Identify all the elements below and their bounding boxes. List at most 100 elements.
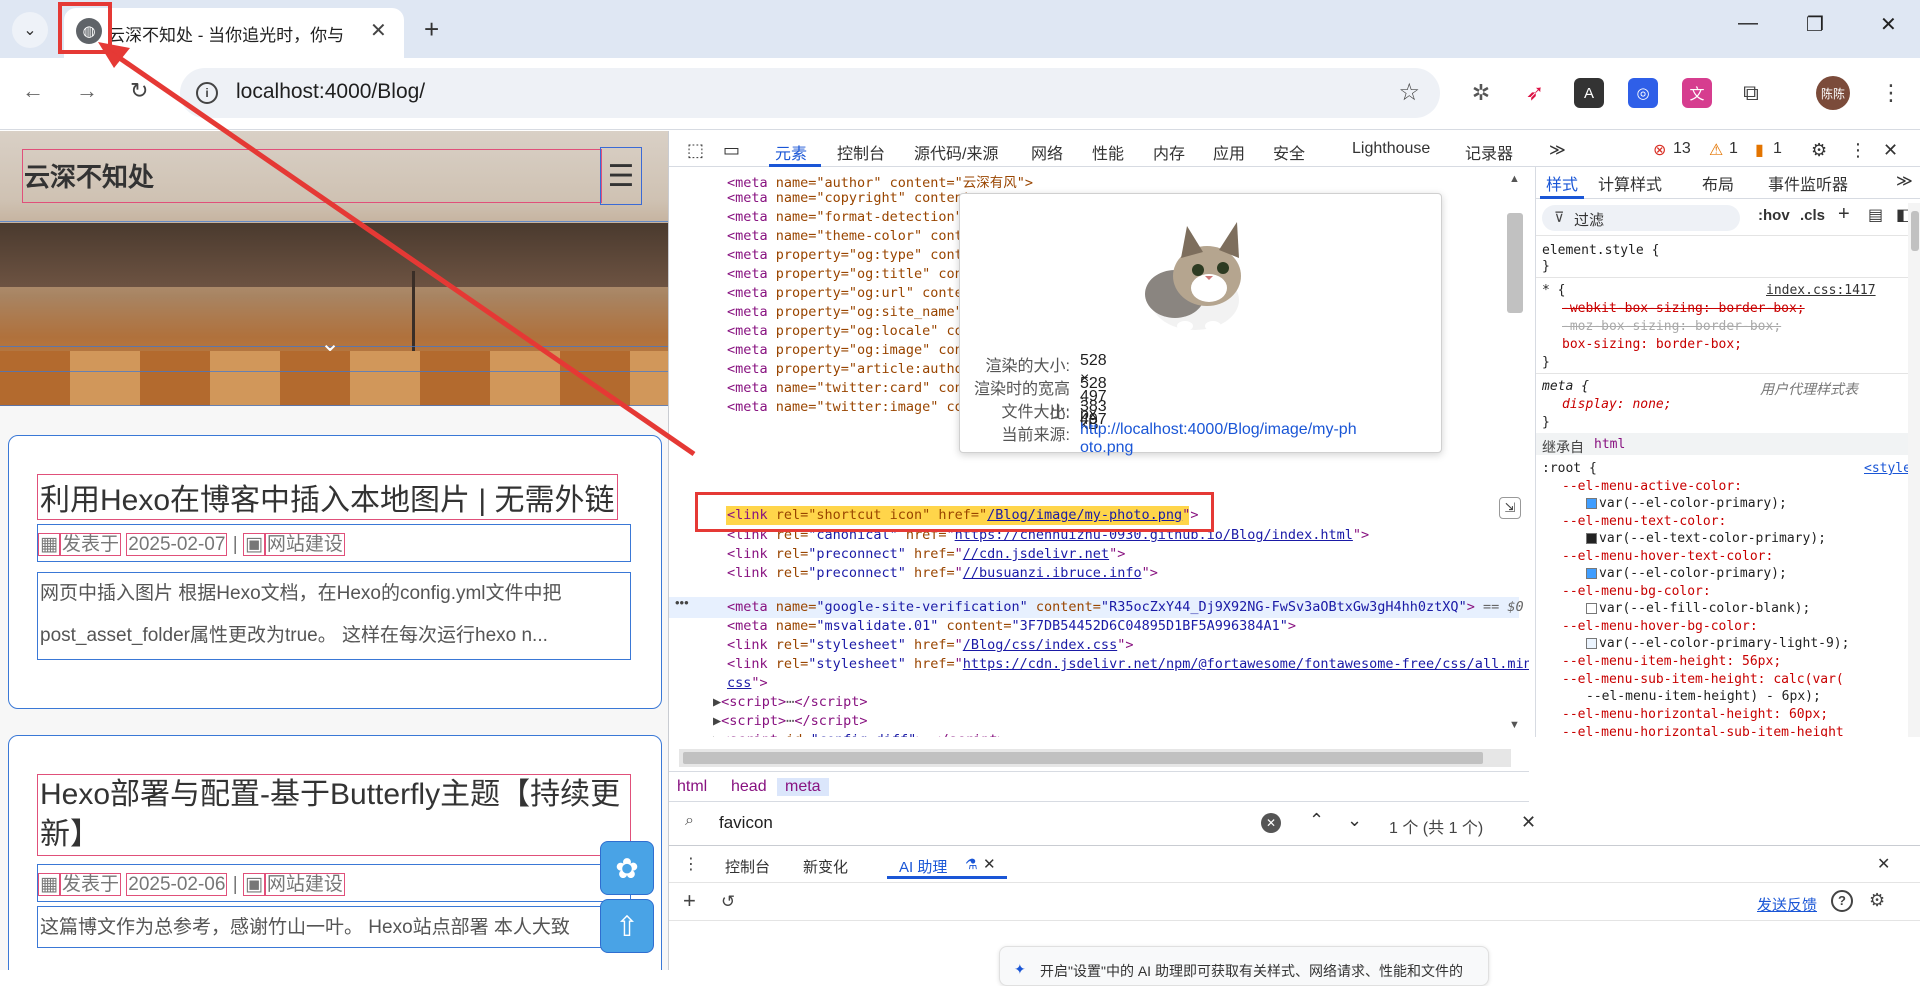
tab-styles[interactable]: 样式 xyxy=(1546,171,1578,195)
error-count[interactable]: 13 xyxy=(1673,140,1691,158)
chat-extension-icon[interactable]: ◎ xyxy=(1628,78,1658,108)
post-title[interactable]: Hexo部署与配置-基于Butterfly主题【持续更 新】 xyxy=(37,774,631,856)
next-match-icon[interactable]: ⌄ xyxy=(1347,810,1362,831)
css-variable[interactable]: --el-menu-horizontal-sub-item-height xyxy=(1562,725,1844,737)
settings-gear-icon[interactable]: ⚙ xyxy=(1811,140,1827,161)
search-input[interactable]: favicon xyxy=(719,813,773,833)
settings-float-icon[interactable]: ✿ xyxy=(600,841,654,895)
warning-icon[interactable]: ⚠ xyxy=(1709,140,1723,160)
css-value[interactable]: --el-menu-item-height) - 6px); xyxy=(1586,689,1821,704)
css-variable[interactable]: --el-menu-horizontal-height: 60px; xyxy=(1562,707,1828,722)
code-line[interactable]: <meta property="og:locale" con xyxy=(727,323,971,339)
cls-toggle[interactable]: .cls xyxy=(1800,207,1825,224)
style-rule-selector[interactable]: meta { xyxy=(1542,379,1589,394)
code-line[interactable]: <meta property="og:type" conten xyxy=(727,247,979,263)
code-line[interactable]: <meta name="author" content="云深有风"> xyxy=(727,171,1033,191)
tab-performance[interactable]: 性能 xyxy=(1092,140,1124,164)
devtools-menu-icon[interactable]: ⋮ xyxy=(1849,140,1867,161)
bug-extension-icon[interactable]: ✲ xyxy=(1466,78,1496,108)
css-variable-value[interactable]: var(--el-fill-color-blank); xyxy=(1586,601,1810,616)
scroll-down-chevron-icon[interactable]: ⌄ xyxy=(320,329,340,358)
code-line[interactable]: <link rel="preconnect" href="//cdn.jsdel… xyxy=(727,546,1125,562)
minimize-button[interactable]: — xyxy=(1738,12,1758,35)
close-window-button[interactable]: ✕ xyxy=(1880,12,1897,37)
new-tab-button[interactable]: + xyxy=(424,14,439,45)
url-text[interactable]: localhost:4000/Blog/ xyxy=(236,80,425,104)
translate-extension-icon[interactable]: 文 xyxy=(1682,78,1712,108)
css-variable[interactable]: --el-menu-sub-item-height: calc(var( xyxy=(1562,672,1844,687)
hov-toggle[interactable]: :hov xyxy=(1758,207,1790,224)
horizontal-scrollbar[interactable] xyxy=(679,749,1511,767)
new-rule-icon[interactable]: + xyxy=(1838,203,1850,226)
hamburger-menu-icon[interactable]: ☰ xyxy=(600,147,642,205)
styles-filter-input[interactable]: ⊽ 过滤 xyxy=(1542,205,1740,231)
inspect-icon[interactable]: ⬚ xyxy=(687,140,704,161)
help-icon[interactable]: ? xyxy=(1831,890,1853,912)
code-line[interactable]: <link rel="stylesheet" href="https://cdn… xyxy=(727,656,1529,672)
css-variable[interactable]: --el-menu-hover-text-color: xyxy=(1562,549,1773,564)
css-variable[interactable]: --el-menu-item-height: 56px; xyxy=(1562,654,1781,669)
code-line[interactable]: <meta name="twitter:card" conte xyxy=(727,380,979,396)
error-icon[interactable]: ⊗ xyxy=(1653,140,1666,160)
style-declaration[interactable]: box-sizing: border-box; xyxy=(1562,337,1742,352)
browser-menu-icon[interactable]: ⋮ xyxy=(1876,78,1906,108)
tab-event-listeners[interactable]: 事件监听器 xyxy=(1768,171,1848,195)
code-link[interactable]: /Blog/css/index.css xyxy=(963,637,1117,653)
reload-button[interactable]: ↻ xyxy=(130,78,148,104)
close-drawer-tab-icon[interactable]: ✕ xyxy=(983,855,996,873)
device-toolbar-icon[interactable]: ▭ xyxy=(723,140,740,161)
rocket-extension-icon[interactable]: ➶ xyxy=(1520,78,1550,108)
tab-memory[interactable]: 内存 xyxy=(1153,140,1185,164)
style-rule-selector[interactable]: :root { xyxy=(1542,461,1597,476)
scroll-up-icon[interactable]: ▲ xyxy=(1509,173,1520,185)
tab-sources[interactable]: 源代码/来源 xyxy=(914,140,998,164)
css-variable[interactable]: --el-menu-bg-color: xyxy=(1562,584,1711,599)
issues-icon[interactable]: ▮ xyxy=(1755,140,1764,160)
code-link[interactable]: //busuanzi.ibruce.info xyxy=(963,565,1142,581)
post-category[interactable]: 网站建设 xyxy=(264,533,345,556)
style-rule-selector[interactable]: element.style { xyxy=(1542,243,1659,258)
history-icon[interactable]: ↺ xyxy=(721,892,735,912)
more-panes-icon[interactable]: ≫ xyxy=(1896,171,1913,191)
send-feedback-link[interactable]: 发送反馈 xyxy=(1757,894,1817,915)
style-declaration[interactable]: -moz-box-sizing: border-box; xyxy=(1562,319,1781,334)
address-bar[interactable]: i localhost:4000/Blog/ ☆ xyxy=(180,68,1440,118)
browser-tab[interactable]: ◍ 云深不知处 - 当你追光时，你与 ✕ xyxy=(64,8,404,58)
open-in-new-icon[interactable]: ⇲ xyxy=(1499,497,1521,519)
back-to-top-icon[interactable]: ⇧ xyxy=(600,899,654,953)
close-tab-icon[interactable]: ✕ xyxy=(370,18,387,43)
code-line[interactable]: ▶<script>⋯</script> xyxy=(713,713,867,729)
code-line[interactable]: ▶<script>⋯</script> xyxy=(713,694,867,710)
style-declaration[interactable]: display: none; xyxy=(1562,397,1672,412)
tab-search-button[interactable]: ⌄ xyxy=(12,12,48,48)
close-devtools-icon[interactable]: ✕ xyxy=(1883,140,1898,161)
extensions-puzzle-icon[interactable]: ⧉ xyxy=(1736,78,1766,108)
code-line[interactable]: <meta name="theme-color" conte xyxy=(727,228,971,244)
post-category[interactable]: 网站建设 xyxy=(264,873,345,896)
tab-computed[interactable]: 计算样式 xyxy=(1598,171,1662,195)
tab-recorder[interactable]: 记录器 xyxy=(1465,140,1513,164)
warning-count[interactable]: 1 xyxy=(1729,140,1738,158)
tab-network[interactable]: 网络 xyxy=(1031,140,1063,164)
code-line[interactable]: <meta name="copyright" content xyxy=(727,190,971,206)
code-line[interactable]: <meta property="og:title" conte xyxy=(727,266,979,282)
style-rule-selector[interactable]: * { xyxy=(1542,283,1565,298)
css-variable[interactable]: --el-menu-active-color: xyxy=(1562,479,1742,494)
previous-match-icon[interactable]: ⌃ xyxy=(1309,810,1324,831)
drawer-tab-ai-assistant[interactable]: AI 助理 xyxy=(899,856,947,877)
settings-gear-icon[interactable]: ⚙ xyxy=(1869,890,1885,911)
code-line[interactable]: <meta name="format-detection" co xyxy=(727,209,987,225)
breadcrumb-meta[interactable]: meta xyxy=(777,778,829,796)
post-title[interactable]: 利用Hexo在博客中插入本地图片 | 无需外链 xyxy=(37,474,618,520)
restore-button[interactable]: ❐ xyxy=(1806,12,1824,37)
ai-hint-text[interactable]: 开启"设置"中的 AI 助理即可获取有关样式、网络请求、性能和文件的 xyxy=(1040,961,1463,981)
drawer-tab-console[interactable]: 控制台 xyxy=(725,856,770,877)
code-line[interactable]: css"> xyxy=(727,675,768,691)
post-card[interactable]: Hexo部署与配置-基于Butterfly主题【持续更 新】 ▦ 发表于 2025… xyxy=(8,735,662,970)
style-source-link[interactable]: index.css:1417 xyxy=(1766,283,1876,298)
code-line[interactable]: <meta property="og:image" conte xyxy=(727,342,979,358)
tooltip-source-link[interactable]: http://localhost:4000/Blog/image/my-ph ot… xyxy=(1080,421,1410,457)
code-link[interactable]: //cdn.jsdelivr.net xyxy=(963,546,1109,562)
post-card[interactable]: 利用Hexo在博客中插入本地图片 | 无需外链 ▦ 发表于 2025-02-07 … xyxy=(8,435,662,709)
node-actions-icon[interactable]: ••• xyxy=(675,595,689,610)
